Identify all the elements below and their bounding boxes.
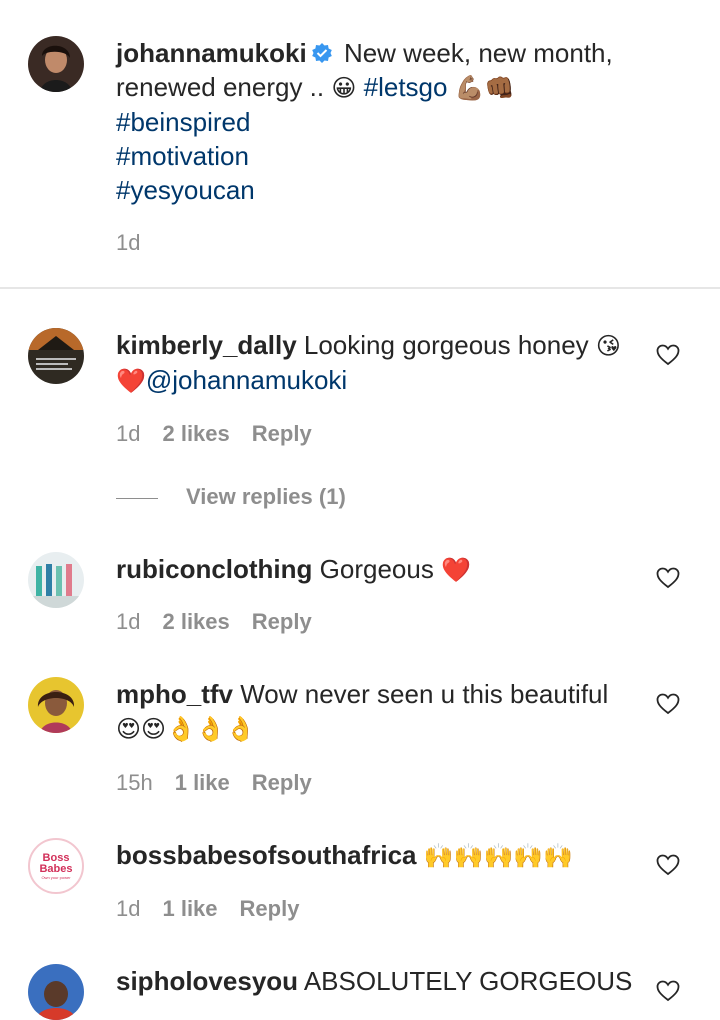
- hashtag-beinspired[interactable]: #beinspired: [116, 107, 250, 137]
- avatar-mpho-tfv[interactable]: [28, 677, 84, 733]
- smile-emoji: 😀: [331, 74, 357, 102]
- caption-text: johannamukoki New week, new month, renew…: [116, 36, 636, 207]
- muscle-fist-emoji: 💪🏽👊🏾: [454, 74, 515, 102]
- avatar-logo-sub: Own your power: [41, 875, 71, 880]
- post-caption: johannamukoki New week, new month, renew…: [0, 0, 720, 288]
- hashtag-motivation[interactable]: #motivation: [116, 141, 249, 171]
- like-heart-icon[interactable]: [656, 344, 680, 366]
- comment-rubicon-text: rubiconclothing Gorgeous ❤️: [116, 552, 636, 587]
- comment-body: Gorgeous: [319, 554, 434, 584]
- comment-meta: 1d 1 like Reply: [116, 896, 321, 922]
- caption-username[interactable]: johannamukoki: [116, 38, 307, 68]
- caption-divider: [0, 287, 720, 289]
- comment-body: ABSOLUTELY GORGEOUS: [303, 966, 633, 996]
- comment-bossbabes-text: bossbabesofsouthafrica 🙌🙌🙌🙌🙌: [116, 838, 636, 873]
- like-heart-icon[interactable]: [656, 567, 680, 589]
- comment-likes[interactable]: 1 like: [175, 770, 230, 795]
- replies-line: [116, 497, 158, 499]
- avatar-johannamukoki[interactable]: [28, 36, 84, 92]
- red-heart-emoji: ❤️: [116, 367, 146, 395]
- comment-kimberly-text: kimberly_dally Looking gorgeous honey 😘 …: [116, 328, 636, 398]
- reply-button[interactable]: Reply: [252, 609, 312, 634]
- comment-likes[interactable]: 2 likes: [162, 609, 229, 634]
- comment-username[interactable]: bossbabesofsouthafrica: [116, 840, 417, 870]
- caption-time: 1d: [116, 230, 141, 255]
- verified-badge-icon: [311, 38, 333, 63]
- reply-button[interactable]: Reply: [240, 896, 300, 921]
- comment-username[interactable]: rubiconclothing: [116, 554, 312, 584]
- mention-link[interactable]: @johannamukoki: [146, 365, 347, 395]
- comment-meta: 1d 2 likes Reply: [116, 421, 334, 447]
- comment-time: 1d: [116, 896, 141, 921]
- comment-time: 15h: [116, 770, 153, 795]
- comment-mpho-text: mpho_tfv Wow never seen u this beautiful…: [116, 677, 636, 746]
- raised-hands-emoji: 🙌🙌🙌🙌🙌: [423, 842, 574, 870]
- avatar-sipholovesyou[interactable]: [28, 964, 84, 1020]
- comment-username[interactable]: mpho_tfv: [116, 679, 233, 709]
- comment-likes[interactable]: 2 likes: [162, 421, 229, 446]
- comment-username[interactable]: sipholovesyou: [116, 966, 298, 996]
- avatar-bossbabes[interactable]: Boss Babes Own your power: [28, 838, 84, 894]
- comment-time: 1d: [116, 609, 141, 634]
- view-replies-button[interactable]: View replies (1): [116, 484, 346, 510]
- caption-line1: New week, new month,: [343, 38, 613, 68]
- avatar-kimberly-dally[interactable]: [28, 328, 84, 384]
- comment-body: Looking gorgeous honey: [303, 330, 589, 360]
- like-heart-icon[interactable]: [656, 854, 680, 876]
- comment-username[interactable]: kimberly_dally: [116, 330, 297, 360]
- comment-meta: 15h 1 like Reply: [116, 770, 334, 796]
- comment-time: 1d: [116, 421, 141, 446]
- reply-button[interactable]: Reply: [252, 421, 312, 446]
- hashtag-yesyoucan[interactable]: #yesyoucan: [116, 175, 255, 205]
- avatar-rubiconclothing[interactable]: [28, 552, 84, 608]
- heart-eyes-ok-emoji: 😍😍👌👌👌: [116, 715, 256, 743]
- caption-line2: renewed energy ..: [116, 72, 325, 102]
- like-heart-icon[interactable]: [656, 693, 680, 715]
- view-replies-label[interactable]: View replies (1): [186, 484, 346, 509]
- hashtag-letsgo[interactable]: #letsgo: [364, 72, 448, 102]
- avatar-logo-text2: Babes: [39, 863, 72, 875]
- kiss-emoji: 😘: [595, 332, 621, 360]
- like-heart-icon[interactable]: [656, 980, 680, 1002]
- comment-likes[interactable]: 1 like: [162, 896, 217, 921]
- comment-sipho-text: sipholovesyou ABSOLUTELY GORGEOUS: [116, 964, 636, 998]
- comment-body: Wow never seen u this beautiful: [240, 679, 609, 709]
- reply-button[interactable]: Reply: [252, 770, 312, 795]
- comment-meta: 1d 2 likes Reply: [116, 609, 334, 635]
- red-heart-emoji: ❤️: [441, 556, 471, 584]
